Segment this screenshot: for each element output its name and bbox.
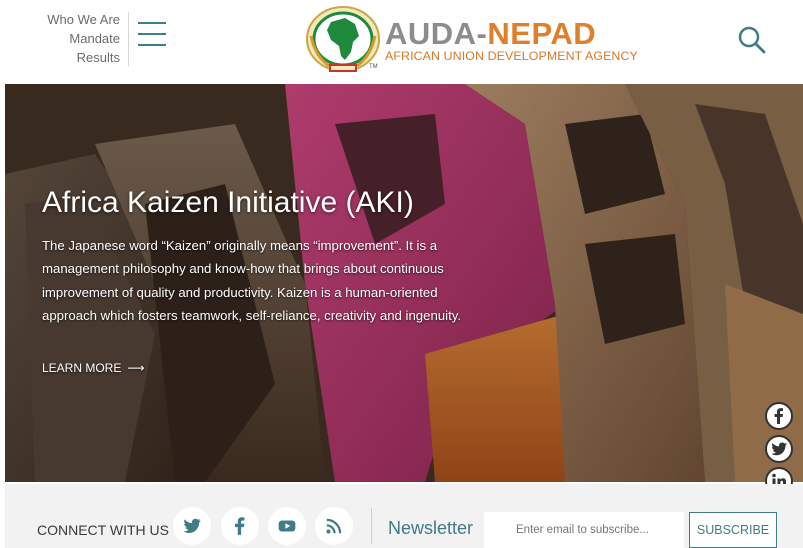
newsletter-label: Newsletter: [388, 518, 474, 538]
side-facebook-button[interactable]: [765, 402, 793, 430]
subscribe-button[interactable]: SUBSCRIBE: [689, 512, 777, 548]
logo-wordmark: AUDA-NEPAD: [385, 16, 597, 51]
hero-description: The Japanese word “Kaizen” originally me…: [42, 238, 462, 324]
nav-divider: [128, 12, 129, 66]
nav-link-results[interactable]: Results: [30, 48, 120, 67]
twitter-icon: [183, 518, 201, 533]
facebook-button[interactable]: [221, 507, 259, 545]
twitter-button[interactable]: [173, 507, 211, 545]
youtube-icon: [278, 520, 296, 532]
youtube-button[interactable]: [268, 507, 306, 545]
hero-title: Africa Kaizen Initiative (AKI): [42, 186, 414, 219]
auda-nepad-logo[interactable]: AUDA-NEPAD AFRICAN UNION DEVELOPMENT AGE…: [305, 6, 638, 76]
connect-bar: CONNECT WITH US Newsletter SUBSCRIBE: [5, 484, 803, 548]
logo-trademark: TM: [369, 64, 378, 70]
arrow-right-icon: ⟶: [127, 361, 145, 375]
twitter-icon: [771, 442, 787, 456]
facebook-icon: [235, 517, 245, 535]
footer-divider: [371, 508, 372, 544]
search-icon[interactable]: [737, 25, 767, 55]
newsletter-email-input[interactable]: [484, 512, 684, 548]
nav-link-who-we-are[interactable]: Who We Are: [30, 10, 120, 29]
learn-more-label: LEARN MORE: [42, 361, 122, 375]
connect-with-us-label: CONNECT WITH US: [37, 522, 169, 538]
hamburger-menu-icon[interactable]: [138, 22, 168, 54]
rss-icon: [326, 518, 342, 534]
nav-link-mandate[interactable]: Mandate: [30, 29, 120, 48]
facebook-icon: [774, 408, 783, 424]
top-nav: Who We Are Mandate Results: [30, 10, 120, 67]
side-twitter-button[interactable]: [765, 435, 793, 463]
logo-subtitle: AFRICAN UNION DEVELOPMENT AGENCY: [385, 49, 638, 63]
site-header: Who We Are Mandate Results AUDA-NEPAD AF…: [0, 0, 803, 84]
hero-banner: Africa Kaizen Initiative (AKI) The Japan…: [5, 84, 803, 482]
rss-button[interactable]: [315, 507, 353, 545]
learn-more-link[interactable]: LEARN MORE ⟶: [42, 361, 145, 375]
